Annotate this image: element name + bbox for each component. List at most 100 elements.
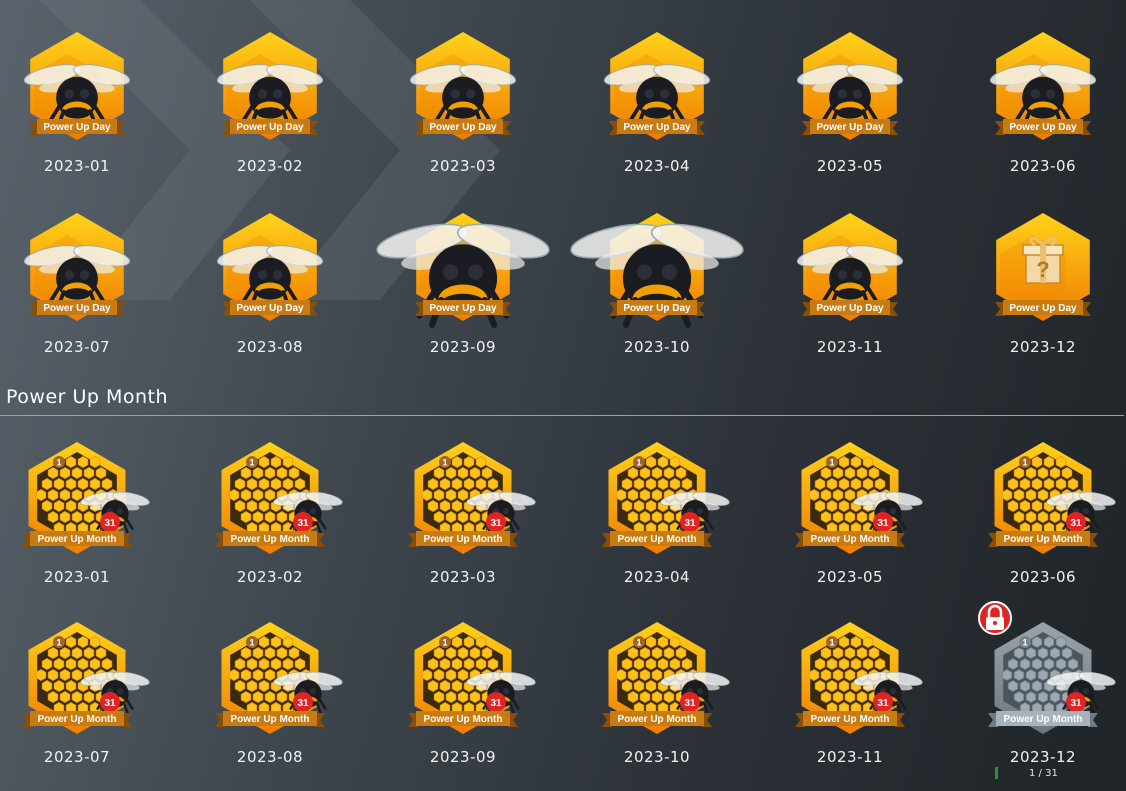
badge-date: 2023-03 <box>429 568 497 586</box>
power-up-day-badge[interactable]: Power Up Day 2023-07 <box>7 199 147 369</box>
badge-date: 2023-02 <box>236 568 304 586</box>
svg-text:Power Up Day: Power Up Day <box>816 122 884 133</box>
power-up-day-badge[interactable]: Power Up Day 2023-02 <box>200 18 340 188</box>
bee-badge-icon: Power Up Day <box>409 32 517 140</box>
svg-text:31: 31 <box>490 698 502 709</box>
power-up-month-badge[interactable]: 1 31 Power Up Month 2023-04 <box>587 430 730 600</box>
svg-text:Power Up Day: Power Up Day <box>236 122 304 133</box>
svg-text:31: 31 <box>297 698 309 709</box>
svg-text:Power Up Month: Power Up Month <box>1004 534 1083 545</box>
power-up-month-badge[interactable]: 1 31 Power Up Month 2023-08 <box>200 610 343 780</box>
lock-icon: 1 31 Power Up Month <box>978 601 1116 734</box>
svg-text:1: 1 <box>636 638 641 648</box>
bee-badge-icon: Power Up Day <box>23 213 131 321</box>
bee-badge-icon: Power Up Day <box>216 213 324 321</box>
progress-bar <box>995 767 1023 779</box>
power-up-day-badge[interactable]: Power Up Day 2023-06 <box>973 18 1113 188</box>
bee-badge-icon: Power Up Day <box>216 32 324 140</box>
svg-text:31: 31 <box>104 698 116 709</box>
svg-text:Power Up Month: Power Up Month <box>38 534 117 545</box>
svg-text:Power Up Month: Power Up Month <box>231 714 310 725</box>
bee-badge-icon: Power Up Day <box>989 32 1097 140</box>
power-up-month-badge[interactable]: 1 31 Power Up Month 2023-01 <box>7 430 150 600</box>
gift-badge-icon: ? Power Up Day <box>995 213 1091 321</box>
badge-date: 2023-01 <box>43 568 111 586</box>
power-up-day-badge[interactable]: Power Up Day 2023-09 <box>376 199 550 369</box>
svg-text:Power Up Month: Power Up Month <box>38 714 117 725</box>
svg-text:31: 31 <box>1070 698 1082 709</box>
badge-date: 2023-09 <box>429 748 497 766</box>
honeycomb-badge-icon: 1 31 Power Up Month <box>408 622 536 734</box>
svg-text:Power Up Day: Power Up Day <box>1009 303 1077 314</box>
svg-text:1: 1 <box>1022 458 1027 468</box>
svg-text:Power Up Month: Power Up Month <box>1004 714 1083 725</box>
power-up-month-badge[interactable]: 1 31 Power Up Month 2023-11 <box>780 610 923 780</box>
svg-text:31: 31 <box>104 518 116 529</box>
power-up-month-badge[interactable]: 1 31 Power Up Month 2023-03 <box>393 430 536 600</box>
badge-date: 2023-01 <box>43 157 111 175</box>
progress-fill <box>995 767 998 779</box>
honeycomb-badge-icon: 1 31 Power Up Month <box>988 442 1116 554</box>
svg-text:Power Up Month: Power Up Month <box>618 534 697 545</box>
svg-text:1: 1 <box>442 638 447 648</box>
badge-date: 2023-08 <box>236 338 304 356</box>
power-up-day-badge[interactable]: Power Up Day 2023-10 <box>570 199 744 369</box>
power-up-month-badge[interactable]: 1 31 Power Up Month 2023-02 <box>200 430 343 600</box>
badge-date: 2023-02 <box>236 157 304 175</box>
badge-date: 2023-03 <box>429 157 497 175</box>
svg-text:31: 31 <box>490 518 502 529</box>
badge-date: 2023-06 <box>1009 568 1077 586</box>
svg-text:31: 31 <box>1070 518 1082 529</box>
honeycomb-badge-icon: 1 31 Power Up Month <box>215 622 343 734</box>
svg-text:1: 1 <box>829 458 834 468</box>
badge-date: 2023-07 <box>43 748 111 766</box>
power-up-month-badge[interactable]: 1 31 Power Up Month 2023-06 <box>973 430 1116 600</box>
svg-text:31: 31 <box>877 518 889 529</box>
badge-date: 2023-11 <box>816 748 884 766</box>
bee-badge-icon: Power Up Day <box>570 213 744 328</box>
power-up-day-badge[interactable]: Power Up Day 2023-04 <box>587 18 727 188</box>
svg-text:31: 31 <box>877 698 889 709</box>
power-up-day-badge[interactable]: ? Power Up Day 2023-12 <box>973 199 1113 369</box>
power-up-day-badge[interactable]: Power Up Day 2023-03 <box>393 18 533 188</box>
svg-text:Power Up Month: Power Up Month <box>424 534 503 545</box>
svg-text:Power Up Day: Power Up Day <box>623 303 691 314</box>
svg-text:1: 1 <box>56 458 61 468</box>
svg-text:?: ? <box>1036 257 1049 282</box>
svg-text:31: 31 <box>684 518 696 529</box>
progress-text: 1 / 31 <box>1029 767 1058 779</box>
power-up-month-badge[interactable]: 1 31 Power Up Month 2023-10 <box>587 610 730 780</box>
honeycomb-badge-icon: 1 31 Power Up Month <box>408 442 536 554</box>
honeycomb-badge-icon: 1 31 Power Up Month <box>602 622 730 734</box>
power-up-month-badge[interactable]: 1 31 Power Up Month 2023-09 <box>393 610 536 780</box>
svg-text:1: 1 <box>442 458 447 468</box>
svg-text:1: 1 <box>636 458 641 468</box>
power-up-day-badge[interactable]: Power Up Day 2023-08 <box>200 199 340 369</box>
power-up-day-badge[interactable]: Power Up Day 2023-11 <box>780 199 920 369</box>
svg-text:1: 1 <box>249 458 254 468</box>
honeycomb-badge-icon: 1 31 Power Up Month <box>795 622 923 734</box>
power-up-day-badge[interactable]: Power Up Day 2023-05 <box>780 18 920 188</box>
svg-text:Power Up Month: Power Up Month <box>618 714 697 725</box>
badge-date: 2023-10 <box>623 338 691 356</box>
badge-date: 2023-12 <box>1009 748 1077 766</box>
svg-text:Power Up Day: Power Up Day <box>623 122 691 133</box>
section-divider <box>0 415 1124 416</box>
svg-text:Power Up Month: Power Up Month <box>811 714 890 725</box>
month-progress: 1 / 31 <box>995 767 1058 779</box>
power-up-month-badge-locked[interactable]: 1 31 Power Up Month 2023-12 <box>973 601 1116 780</box>
badge-date: 2023-04 <box>623 568 691 586</box>
power-up-month-badge[interactable]: 1 31 Power Up Month 2023-05 <box>780 430 923 600</box>
svg-text:Power Up Month: Power Up Month <box>231 534 310 545</box>
honeycomb-badge-icon: 1 31 Power Up Month <box>602 442 730 554</box>
svg-text:Power Up Day: Power Up Day <box>43 303 111 314</box>
svg-text:31: 31 <box>297 518 309 529</box>
svg-text:Power Up Day: Power Up Day <box>43 122 111 133</box>
power-up-month-badge[interactable]: 1 31 Power Up Month 2023-07 <box>7 610 150 780</box>
badge-date: 2023-08 <box>236 748 304 766</box>
svg-text:Power Up Month: Power Up Month <box>424 714 503 725</box>
badge-date: 2023-12 <box>1009 338 1077 356</box>
power-up-day-badge[interactable]: Power Up Day 2023-01 <box>7 18 147 188</box>
svg-text:1: 1 <box>249 638 254 648</box>
section-title-power-up-month: Power Up Month <box>6 386 169 408</box>
